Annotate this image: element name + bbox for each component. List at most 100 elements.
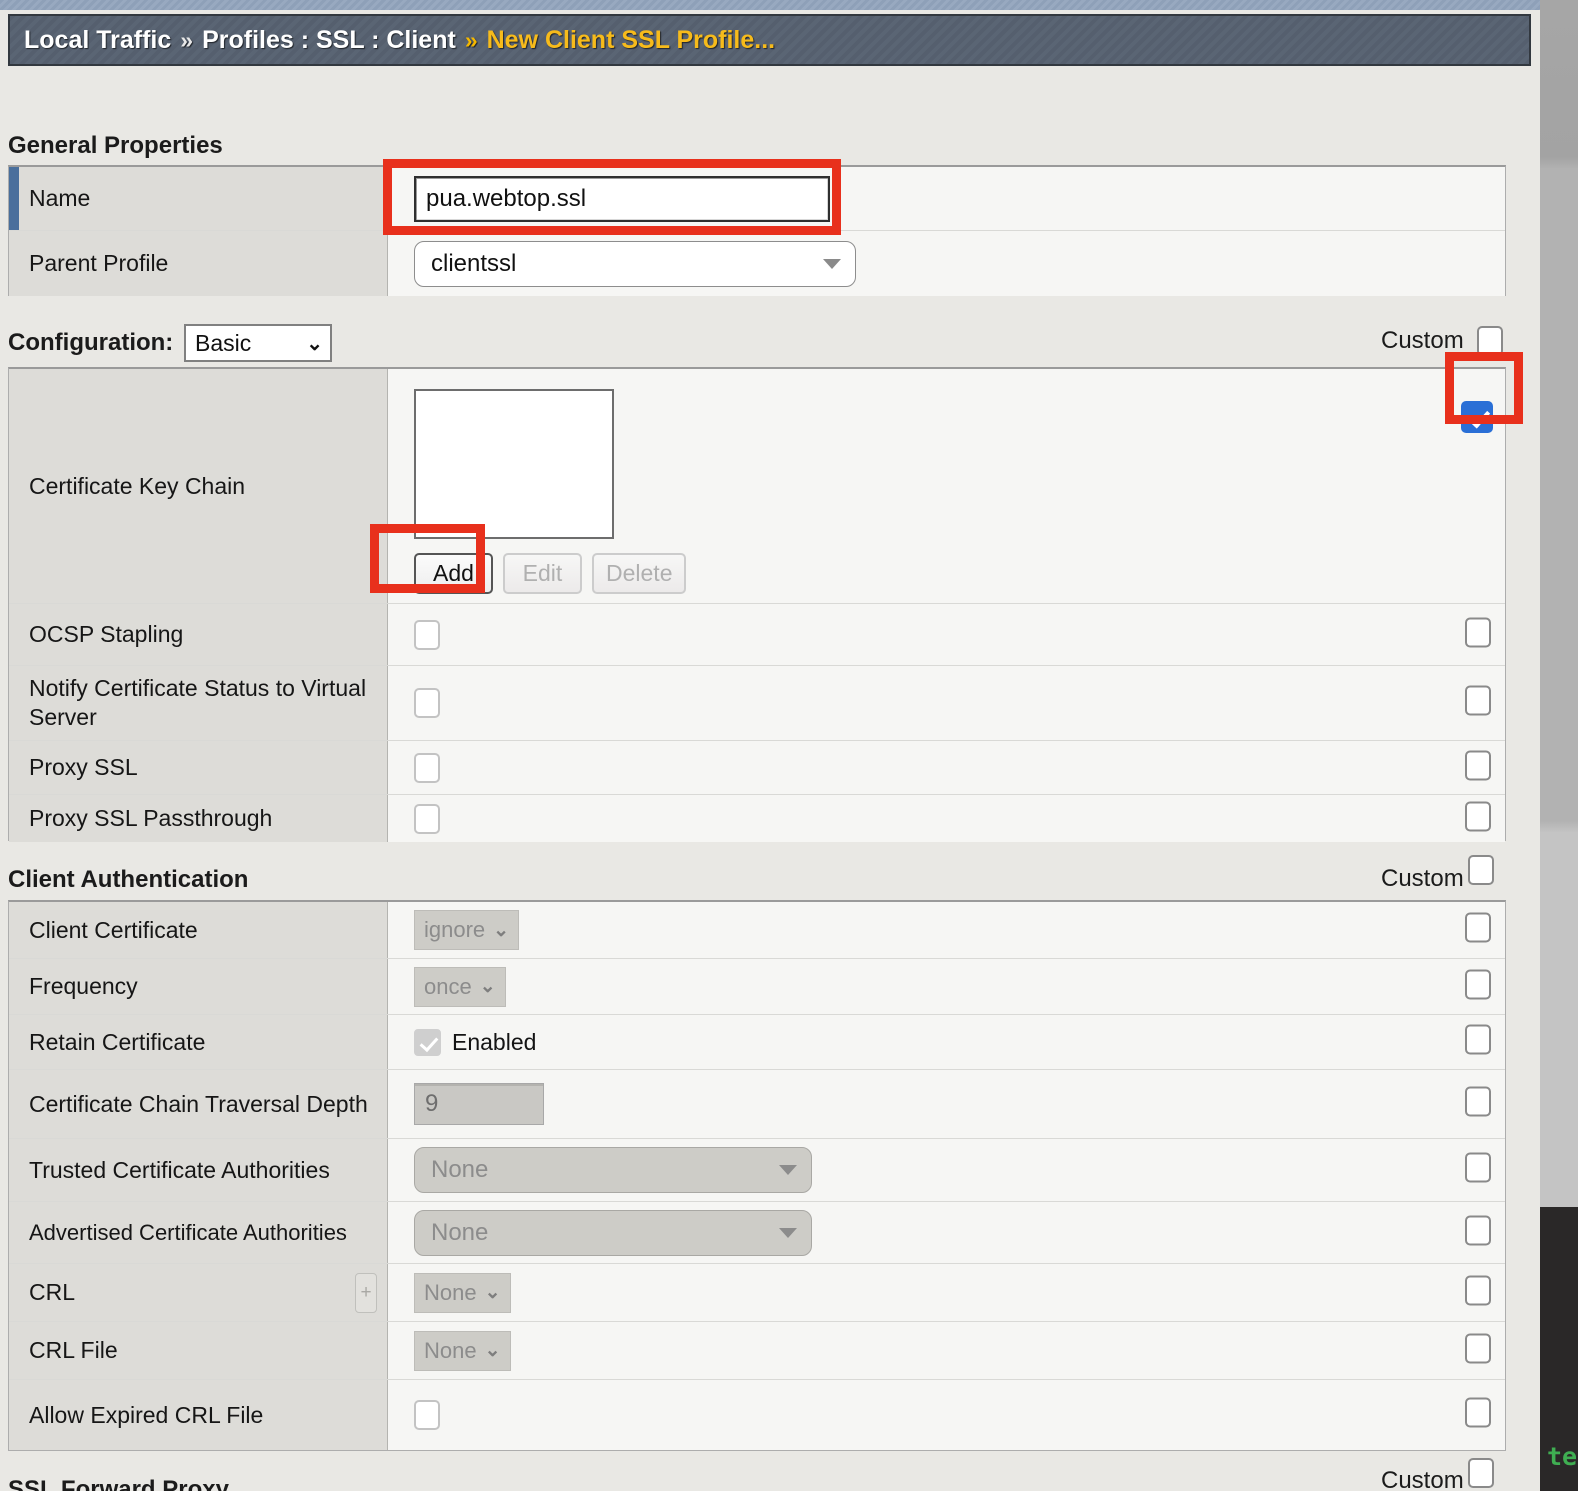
frequency-custom-checkbox[interactable] [1465, 969, 1491, 999]
retain-certificate-custom-checkbox[interactable] [1465, 1024, 1491, 1055]
configuration-value: Basic [195, 329, 252, 356]
value-certificate-chain-traversal-depth [388, 1070, 1505, 1138]
row-advertised-certificate-authorities: Advertised Certificate Authorities None [9, 1202, 1505, 1264]
value-frequency: once ⌄ [388, 959, 1505, 1014]
row-allow-expired-crl-file: Allow Expired CRL File [9, 1380, 1505, 1450]
chevron-down-icon [779, 1165, 797, 1175]
row-certificate-chain-traversal-depth: Certificate Chain Traversal Depth [9, 1070, 1505, 1139]
proxy-ssl-passthrough-checkbox[interactable] [414, 803, 440, 834]
proxy-ssl-checkbox[interactable] [414, 752, 440, 783]
certificate-chain-traversal-depth-input [414, 1083, 544, 1125]
chevron-down-icon [823, 258, 841, 269]
proxy-ssl-passthrough-custom-checkbox[interactable] [1465, 801, 1491, 831]
label-advertised-certificate-authorities: Advertised Certificate Authorities [9, 1202, 388, 1263]
chevron-down-icon: ⌄ [484, 1282, 501, 1303]
label-retain-certificate: Retain Certificate [9, 1015, 388, 1069]
client-authentication-custom-label: Custom [1381, 865, 1464, 892]
trusted-certificate-authorities-custom-checkbox[interactable] [1465, 1152, 1491, 1183]
general-properties-table: Name Parent Profile clientssl [8, 165, 1506, 296]
value-client-certificate: ignore ⌄ [388, 902, 1505, 958]
value-advertised-certificate-authorities: None [388, 1202, 1505, 1263]
name-input[interactable] [414, 175, 830, 222]
value-crl: None ⌄ [388, 1264, 1505, 1321]
ssl-forward-proxy-heading: SSL Forward Proxy [8, 1476, 229, 1491]
label-proxy-ssl-passthrough: Proxy SSL Passthrough [9, 795, 388, 842]
row-client-certificate: Client Certificate ignore ⌄ [9, 902, 1505, 959]
breadcrumb: Local Traffic » Profiles : SSL : Client … [8, 14, 1531, 66]
chevron-down-icon: ⌄ [484, 1340, 501, 1361]
label-allow-expired-crl-file: Allow Expired CRL File [9, 1380, 388, 1450]
ocsp-stapling-checkbox[interactable] [414, 619, 440, 650]
row-frequency: Frequency once ⌄ [9, 959, 1505, 1015]
row-crl: CRL + None ⌄ [9, 1264, 1505, 1322]
terminal-text: te [1547, 1442, 1578, 1471]
breadcrumb-separator-icon: » [180, 26, 194, 53]
row-ocsp-stapling: OCSP Stapling [9, 604, 1505, 666]
crl-file-custom-checkbox[interactable] [1465, 1333, 1491, 1363]
value-proxy-ssl-passthrough [388, 795, 1505, 842]
window-top-strip [0, 0, 1540, 10]
label-certificate-chain-traversal-depth: Certificate Chain Traversal Depth [9, 1070, 388, 1138]
notify-certificate-status-custom-checkbox[interactable] [1465, 685, 1491, 716]
configuration-table: Certificate Key Chain Add Edit Delete OC… [8, 367, 1506, 842]
notify-certificate-status-checkbox[interactable] [414, 688, 440, 718]
value-name [388, 167, 1505, 230]
row-name: Name [9, 167, 1505, 231]
configuration-custom-label: Custom [1381, 327, 1464, 354]
chevron-down-icon [779, 1227, 797, 1238]
label-crl-file: CRL File [9, 1322, 388, 1379]
retain-certificate-enabled-label: Enabled [452, 1028, 537, 1055]
proxy-ssl-custom-checkbox[interactable] [1465, 750, 1491, 780]
parent-profile-value: clientssl [431, 249, 517, 277]
crl-expander-button[interactable]: + [355, 1272, 377, 1313]
label-trusted-certificate-authorities: Trusted Certificate Authorities [9, 1139, 388, 1201]
value-certificate-key-chain: Add Edit Delete [388, 369, 1505, 603]
row-trusted-certificate-authorities: Trusted Certificate Authorities None [9, 1139, 1505, 1202]
value-parent-profile: clientssl [388, 231, 1505, 296]
client-certificate-custom-checkbox[interactable] [1465, 912, 1491, 943]
desktop-background-right [1540, 0, 1578, 1207]
breadcrumb-item-local-traffic[interactable]: Local Traffic [24, 26, 171, 55]
frequency-value: once [424, 973, 472, 999]
crl-custom-checkbox[interactable] [1465, 1275, 1491, 1305]
value-crl-file: None ⌄ [388, 1322, 1505, 1379]
label-name: Name [9, 167, 388, 230]
label-ocsp-stapling: OCSP Stapling [9, 604, 388, 665]
ssl-forward-proxy-custom-checkbox[interactable] [1468, 1458, 1494, 1488]
client-authentication-custom-checkbox[interactable] [1468, 855, 1494, 885]
certificate-key-chain-custom-checkbox[interactable] [1461, 401, 1493, 433]
value-retain-certificate: Enabled [388, 1015, 1505, 1069]
row-crl-file: CRL File None ⌄ [9, 1322, 1505, 1380]
configuration-label: Configuration: [8, 329, 174, 356]
allow-expired-crl-file-checkbox[interactable] [414, 1400, 440, 1430]
row-certificate-key-chain: Certificate Key Chain Add Edit Delete [9, 369, 1505, 604]
chevron-down-icon: ⌄ [306, 332, 323, 355]
chevron-down-icon: ⌄ [479, 976, 496, 997]
label-parent-profile: Parent Profile [9, 231, 388, 296]
certificate-chain-traversal-depth-custom-checkbox[interactable] [1465, 1086, 1491, 1117]
row-proxy-ssl-passthrough: Proxy SSL Passthrough [9, 795, 1505, 842]
label-certificate-key-chain: Certificate Key Chain [9, 369, 388, 603]
label-crl: CRL + [9, 1264, 388, 1321]
certificate-key-chain-add-button[interactable]: Add [414, 553, 493, 594]
configuration-custom-checkbox[interactable] [1477, 326, 1503, 356]
configuration-select[interactable]: Basic ⌄ [184, 324, 332, 362]
row-retain-certificate: Retain Certificate Enabled [9, 1015, 1505, 1070]
crl-select: None ⌄ [414, 1272, 511, 1313]
label-notify-certificate-status: Notify Certificate Status to Virtual Ser… [9, 666, 388, 740]
client-certificate-value: ignore [424, 917, 486, 942]
allow-expired-crl-file-custom-checkbox[interactable] [1465, 1397, 1491, 1428]
crl-file-value: None [424, 1337, 477, 1363]
client-authentication-table: Client Certificate ignore ⌄ Frequency on… [8, 900, 1506, 1451]
breadcrumb-item-profiles-ssl-client[interactable]: Profiles : SSL : Client [202, 26, 456, 55]
row-parent-profile: Parent Profile clientssl [9, 231, 1505, 296]
certificate-key-chain-listbox[interactable] [414, 389, 614, 539]
general-properties-heading: General Properties [8, 132, 223, 159]
advertised-certificate-authorities-custom-checkbox[interactable] [1465, 1215, 1491, 1245]
parent-profile-select[interactable]: clientssl [414, 240, 856, 287]
retain-certificate-checkbox [414, 1028, 441, 1056]
ocsp-stapling-custom-checkbox[interactable] [1465, 617, 1491, 647]
value-allow-expired-crl-file [388, 1380, 1505, 1450]
label-client-certificate: Client Certificate [9, 902, 388, 958]
certificate-key-chain-edit-button: Edit [503, 553, 582, 594]
